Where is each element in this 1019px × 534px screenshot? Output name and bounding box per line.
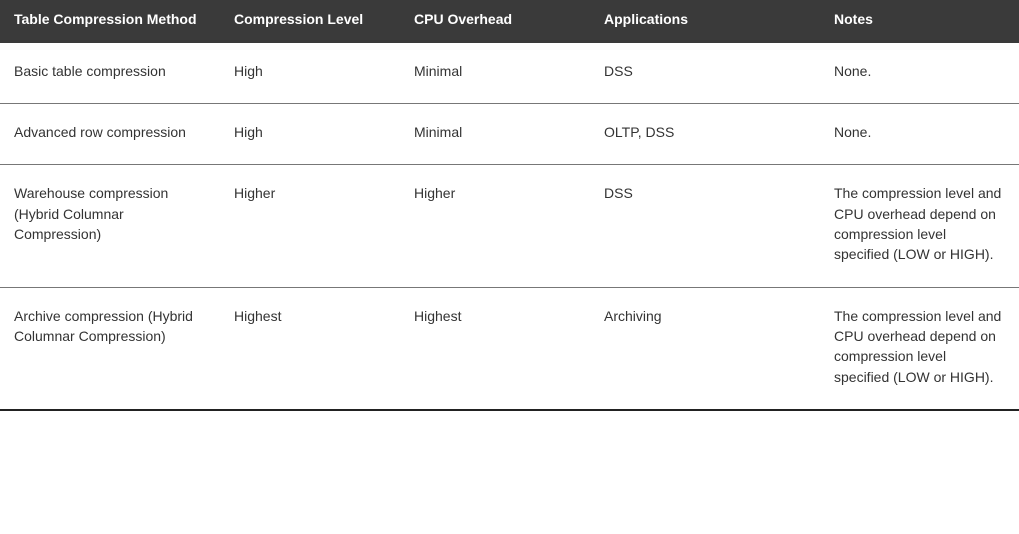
cell-method: Basic table compression — [0, 43, 220, 104]
cell-level: High — [220, 104, 400, 165]
table-container: Table Compression Method Compression Lev… — [0, 0, 1019, 411]
cell-level: High — [220, 43, 400, 104]
cell-method: Archive compression (Hybrid Columnar Com… — [0, 287, 220, 410]
table-row: Warehouse compression (Hybrid Columnar C… — [0, 165, 1019, 287]
header-level: Compression Level — [220, 0, 400, 43]
cell-apps: DSS — [590, 165, 820, 287]
cell-level: Highest — [220, 287, 400, 410]
header-notes: Notes — [820, 0, 1019, 43]
cell-notes: None. — [820, 104, 1019, 165]
table-body: Basic table compression High Minimal DSS… — [0, 43, 1019, 410]
cell-level: Higher — [220, 165, 400, 287]
cell-method: Advanced row compression — [0, 104, 220, 165]
header-row: Table Compression Method Compression Lev… — [0, 0, 1019, 43]
cell-notes: The compression level and CPU overhead d… — [820, 287, 1019, 410]
cell-cpu: Minimal — [400, 43, 590, 104]
cell-cpu: Higher — [400, 165, 590, 287]
table-row: Archive compression (Hybrid Columnar Com… — [0, 287, 1019, 410]
cell-notes: The compression level and CPU overhead d… — [820, 165, 1019, 287]
cell-cpu: Minimal — [400, 104, 590, 165]
cell-notes: None. — [820, 43, 1019, 104]
header-method: Table Compression Method — [0, 0, 220, 43]
table-row: Advanced row compression High Minimal OL… — [0, 104, 1019, 165]
header-cpu: CPU Overhead — [400, 0, 590, 43]
cell-method: Warehouse compression (Hybrid Columnar C… — [0, 165, 220, 287]
cell-cpu: Highest — [400, 287, 590, 410]
compression-table: Table Compression Method Compression Lev… — [0, 0, 1019, 411]
table-header: Table Compression Method Compression Lev… — [0, 0, 1019, 43]
cell-apps: Archiving — [590, 287, 820, 410]
header-apps: Applications — [590, 0, 820, 43]
table-row: Basic table compression High Minimal DSS… — [0, 43, 1019, 104]
cell-apps: DSS — [590, 43, 820, 104]
cell-apps: OLTP, DSS — [590, 104, 820, 165]
